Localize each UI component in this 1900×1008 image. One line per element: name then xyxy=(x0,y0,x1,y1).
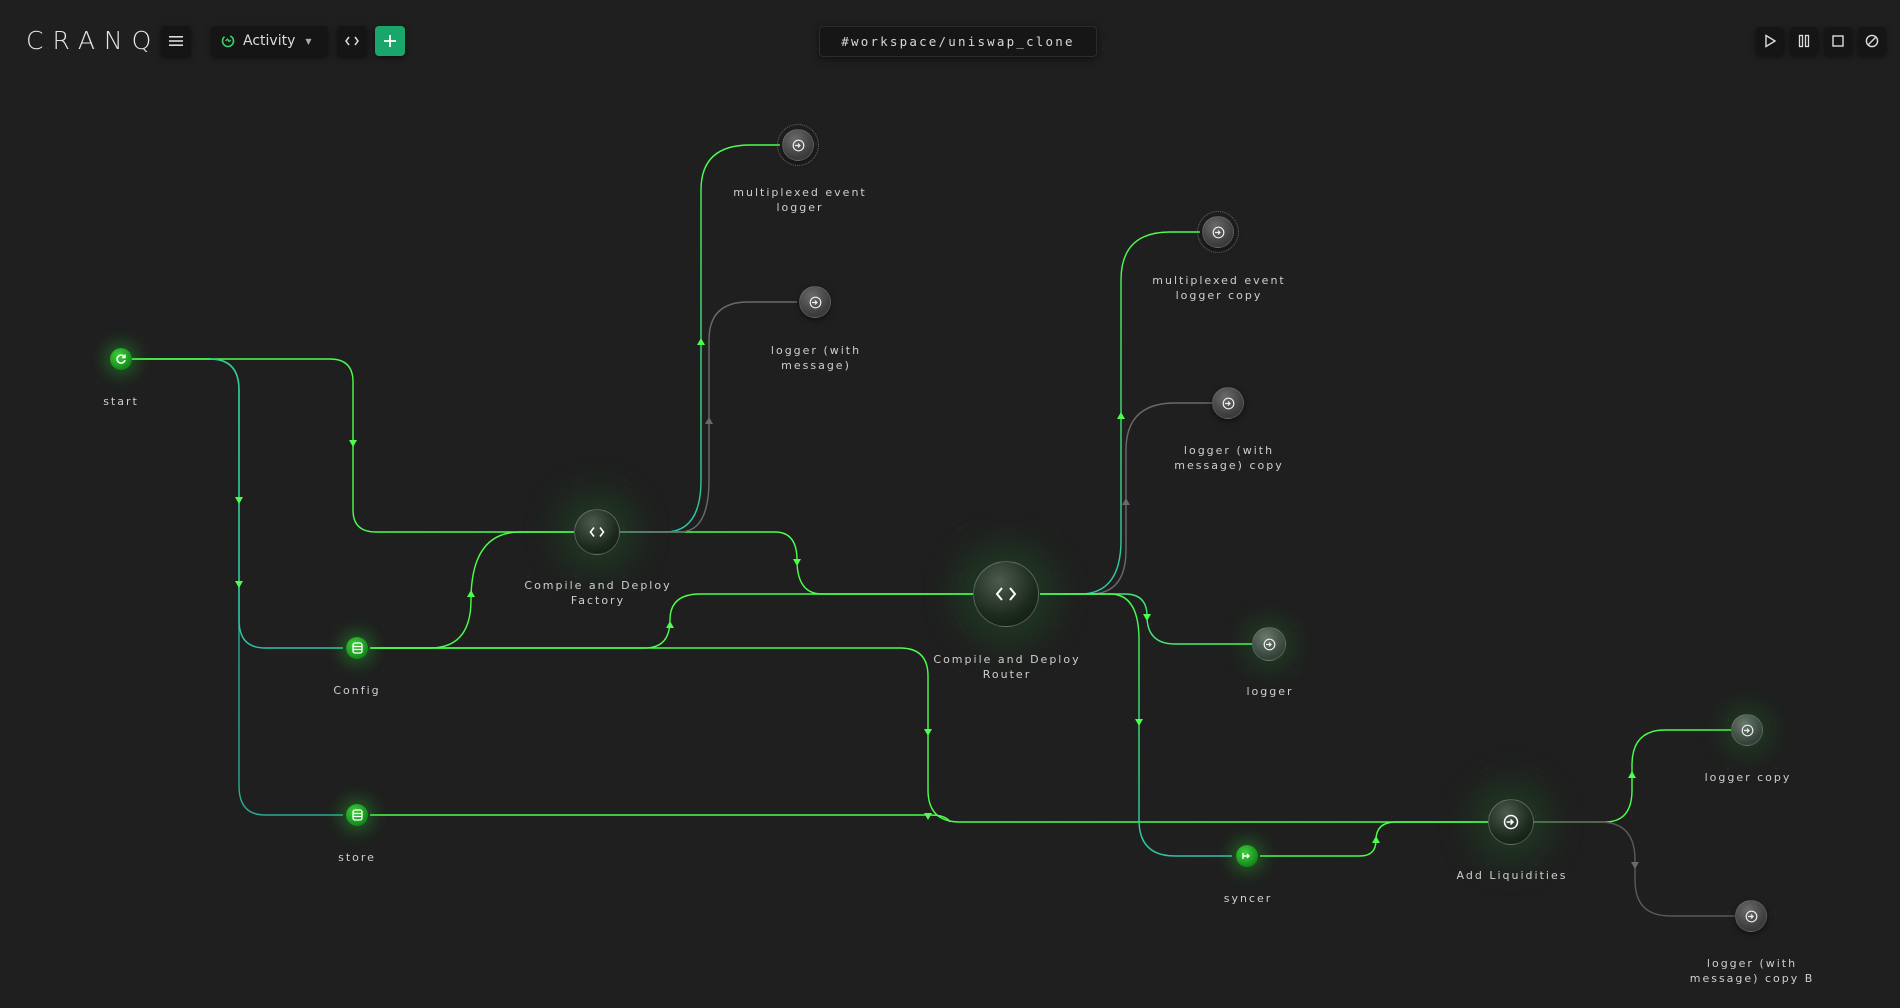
edge-router-syncer xyxy=(1040,593,1232,857)
node-compile-factory[interactable] xyxy=(574,509,620,555)
node-start[interactable] xyxy=(110,348,132,370)
sign-in-icon xyxy=(1212,226,1224,238)
sync-plug-icon xyxy=(1242,853,1250,859)
edge-router-loggermsgcopy xyxy=(1040,402,1225,595)
node-label-multiplexed-event-logger-copy: multiplexed event logger copy xyxy=(1152,274,1286,302)
database-icon xyxy=(351,809,363,821)
sign-in-icon xyxy=(1222,397,1234,409)
edge-start-config xyxy=(130,358,343,649)
database-icon xyxy=(351,642,363,654)
edge-store-addliq xyxy=(370,814,951,823)
node-compile-router[interactable] xyxy=(973,561,1039,627)
node-syncer[interactable] xyxy=(1236,845,1258,867)
node-multiplexed-event-logger-copy[interactable] xyxy=(1197,211,1239,253)
refresh-icon xyxy=(116,354,126,364)
node-logger-copy[interactable] xyxy=(1731,714,1763,746)
node-config[interactable] xyxy=(346,637,368,659)
node-logger-with-message-copy[interactable] xyxy=(1212,387,1244,419)
node-logger[interactable] xyxy=(1252,627,1286,661)
node-store[interactable] xyxy=(346,804,368,826)
node-logger-with-message[interactable] xyxy=(799,286,831,318)
sign-in-icon xyxy=(1741,724,1753,736)
node-multiplexed-event-logger[interactable] xyxy=(777,124,819,166)
node-label-logger-with-message-copy-b: logger (with message) copy B xyxy=(1689,957,1815,985)
edge-start-store xyxy=(209,358,343,816)
node-logger-with-message-copy-b[interactable] xyxy=(1735,900,1767,932)
sign-in-icon xyxy=(1263,638,1275,650)
node-label-logger: logger xyxy=(1246,685,1294,698)
edge-factory-loggermsg xyxy=(618,301,797,533)
sign-in-icon xyxy=(1503,814,1519,830)
edge-config-router xyxy=(370,593,975,649)
node-label-logger-with-message-copy: logger (with message) copy xyxy=(1174,444,1284,472)
node-label-config: Config xyxy=(333,684,381,697)
node-label-logger-copy: logger copy xyxy=(1704,771,1792,784)
code-brackets-icon xyxy=(995,587,1017,601)
node-label-compile-factory: Compile and Deploy Factory xyxy=(524,579,672,607)
node-label-syncer: syncer xyxy=(1223,892,1273,905)
node-add-liquidities[interactable] xyxy=(1488,799,1534,845)
sign-in-icon xyxy=(792,139,804,151)
edge-config-addliq xyxy=(370,647,1490,823)
edge-arrows xyxy=(235,338,1636,843)
graph-edges xyxy=(130,144,1740,917)
node-label-add-liquidities: Add Liquidities xyxy=(1456,869,1568,882)
node-label-start: start xyxy=(103,395,139,408)
code-brackets-icon xyxy=(589,527,605,537)
node-label-compile-router: Compile and Deploy Router xyxy=(933,653,1081,681)
node-label-store: store xyxy=(338,851,376,864)
sign-in-icon xyxy=(809,296,821,308)
node-label-logger-with-message: logger (with message) xyxy=(770,344,862,372)
sign-in-icon xyxy=(1745,910,1757,922)
node-label-multiplexed-event-logger: multiplexed event logger xyxy=(733,186,867,214)
